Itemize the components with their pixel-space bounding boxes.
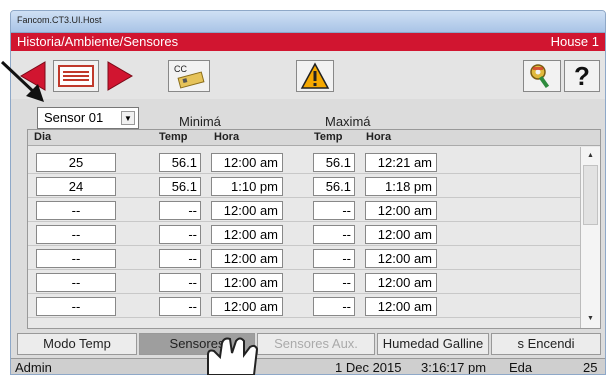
table-row: -- -- 12:00 am -- 12:00 am: [28, 294, 582, 318]
cell-hora-min: 12:00 am: [211, 297, 283, 316]
cell-hora-min: 12:00 am: [211, 273, 283, 292]
tab-encendido[interactable]: s Encendi: [491, 333, 601, 355]
scroll-down-icon[interactable]: ▼: [581, 312, 600, 326]
table-scrollbar[interactable]: ▲ ▼: [580, 147, 600, 328]
cell-temp-max: --: [313, 201, 355, 220]
cell-dia: --: [36, 225, 116, 244]
app-window: Fancom.CT3.UI.Host Historia/Ambiente/Sen…: [10, 10, 606, 375]
tab-humedad-galline[interactable]: Humedad Galline: [377, 333, 489, 355]
table-row: -- -- 12:00 am -- 12:00 am: [28, 222, 582, 246]
tab-sensores-aux[interactable]: Sensores Aux.: [257, 333, 375, 355]
cell-temp-max: --: [313, 249, 355, 268]
cell-temp-min: --: [159, 201, 201, 220]
warning-icon: [300, 62, 330, 89]
cell-temp-max: 56.1: [313, 177, 355, 196]
cell-dia: --: [36, 297, 116, 316]
cell-hora-min: 12:00 am: [211, 249, 283, 268]
table-header: Dia Temp Hora Temp Hora: [28, 130, 600, 146]
scroll-thumb[interactable]: [583, 165, 598, 225]
cell-hora-max: 12:00 am: [365, 249, 437, 268]
cell-hora-min: 12:00 am: [211, 201, 283, 220]
cell-hora-min: 1:10 pm: [211, 177, 283, 196]
history-table: Dia Temp Hora Temp Hora 25 56.1 12:00 am…: [27, 129, 601, 329]
table-body: 25 56.1 12:00 am 56.1 12:21 am 24 56.1 1…: [28, 150, 582, 318]
alarm-button[interactable]: [296, 60, 334, 92]
min-label: Minimá: [179, 114, 221, 129]
table-row: 25 56.1 12:00 am 56.1 12:21 am: [28, 150, 582, 174]
tab-bar: Modo Temp Sensores Sensores Aux. Humedad…: [17, 333, 601, 355]
house-label: House 1: [550, 34, 599, 49]
pointer-arrow-icon: [0, 60, 44, 102]
cell-dia: --: [36, 201, 116, 220]
max-label: Maximá: [325, 114, 371, 129]
list-button[interactable]: [53, 60, 99, 92]
header-hora-min: Hora: [214, 131, 240, 143]
sensor-dropdown[interactable]: Sensor 01 ▼: [37, 107, 139, 129]
cell-temp-max: --: [313, 225, 355, 244]
cc-label: CC: [174, 64, 187, 74]
cell-dia: --: [36, 249, 116, 268]
cell-temp-min: 56.1: [159, 177, 201, 196]
cell-temp-min: --: [159, 297, 201, 316]
sensor-selected-value: Sensor 01: [44, 110, 104, 125]
table-row: -- -- 12:00 am -- 12:00 am: [28, 270, 582, 294]
cell-temp-max: --: [313, 297, 355, 316]
chevron-down-icon[interactable]: ▼: [121, 111, 135, 125]
cell-temp-min: --: [159, 249, 201, 268]
list-icon: [58, 65, 94, 87]
table-row: -- -- 12:00 am -- 12:00 am: [28, 246, 582, 270]
page-header: Historia/Ambiente/Sensores House 1: [11, 33, 605, 51]
status-bar: Admin 1 Dec 2015 3:16:17 pm Eda 25: [11, 358, 605, 375]
cell-temp-min: 56.1: [159, 153, 201, 172]
help-button[interactable]: ?: [564, 60, 600, 92]
status-eda-label: Eda: [509, 360, 533, 375]
cell-temp-max: --: [313, 273, 355, 292]
cell-dia: 25: [36, 153, 116, 172]
cell-hora-max: 12:21 am: [365, 153, 437, 172]
copy-button[interactable]: CC: [168, 60, 210, 92]
header-hora-max: Hora: [366, 131, 392, 143]
cell-hora-min: 12:00 am: [211, 225, 283, 244]
cell-hora-min: 12:00 am: [211, 153, 283, 172]
hand-cursor-icon: [207, 337, 259, 375]
key-icon: [530, 64, 550, 89]
header-temp-max: Temp: [314, 131, 343, 143]
arrow-right-icon: [107, 61, 133, 91]
scroll-up-icon[interactable]: ▲: [581, 149, 600, 163]
window-title: Fancom.CT3.UI.Host: [11, 11, 605, 33]
cell-dia: --: [36, 273, 116, 292]
cell-hora-max: 12:00 am: [365, 273, 437, 292]
status-date: 1 Dec 2015: [335, 360, 402, 375]
next-button[interactable]: [106, 60, 134, 92]
toolbar: CC ?: [11, 51, 605, 99]
cell-dia: 24: [36, 177, 116, 196]
page-title: Historia/Ambiente/Sensores: [17, 34, 179, 49]
copy-chip-icon: CC: [174, 64, 205, 89]
status-eda-value: 25: [583, 360, 598, 375]
cell-temp-max: 56.1: [313, 153, 355, 172]
cell-temp-min: --: [159, 225, 201, 244]
header-temp-min: Temp: [159, 131, 188, 143]
status-user: Admin: [15, 360, 52, 375]
cell-hora-max: 12:00 am: [365, 297, 437, 316]
table-row: 24 56.1 1:10 pm 56.1 1:18 pm: [28, 174, 582, 198]
cell-hora-max: 12:00 am: [365, 201, 437, 220]
cell-hora-max: 1:18 pm: [365, 177, 437, 196]
tab-modo-temp[interactable]: Modo Temp: [17, 333, 137, 355]
table-row: -- -- 12:00 am -- 12:00 am: [28, 198, 582, 222]
cell-hora-max: 12:00 am: [365, 225, 437, 244]
cell-temp-min: --: [159, 273, 201, 292]
status-time: 3:16:17 pm: [421, 360, 487, 375]
header-dia: Dia: [34, 131, 52, 143]
login-button[interactable]: [523, 60, 561, 92]
